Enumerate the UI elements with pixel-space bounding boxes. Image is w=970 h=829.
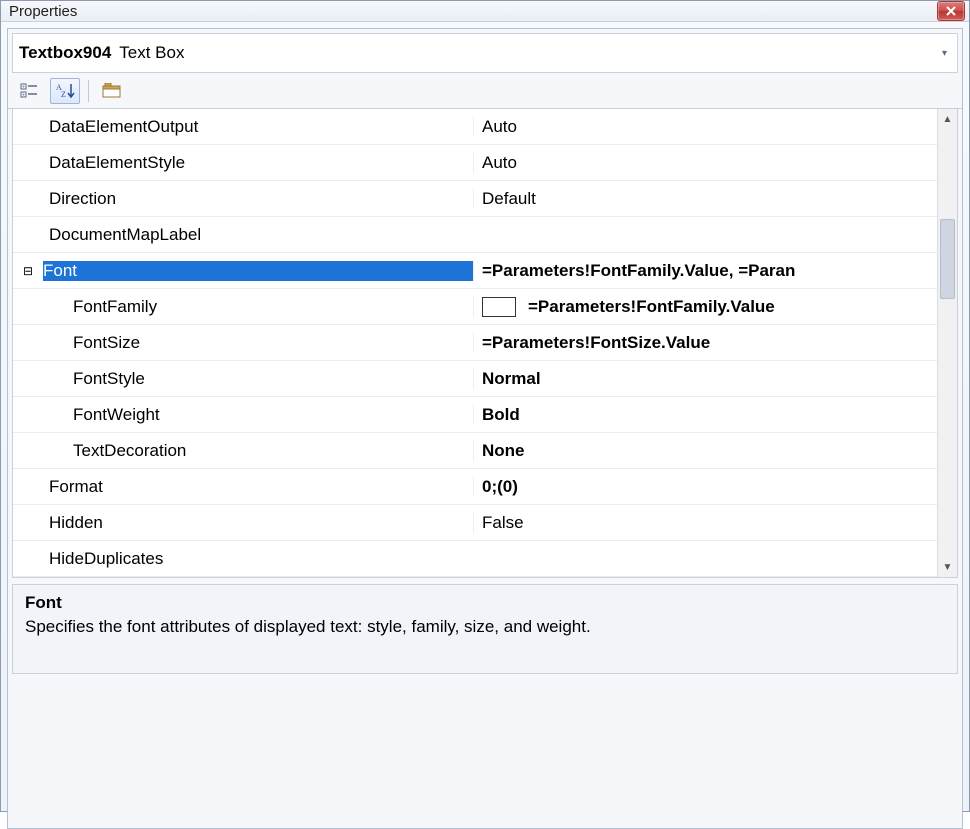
svg-text:+: + xyxy=(22,84,25,90)
titlebar: Properties xyxy=(1,1,969,22)
description-body: Specifies the font attributes of display… xyxy=(25,617,945,637)
property-name: HideDuplicates xyxy=(43,549,473,569)
property-name: FontFamily xyxy=(43,297,473,317)
scroll-up-arrow[interactable]: ▲ xyxy=(938,109,957,129)
property-value-text: =Parameters!FontFamily.Value xyxy=(528,297,775,317)
property-row[interactable]: FontStyle Normal xyxy=(13,361,937,397)
description-pane: Font Specifies the font attributes of di… xyxy=(12,584,958,674)
property-value-text: =Parameters!FontFamily.Value, =Paran xyxy=(482,261,795,281)
window-title: Properties xyxy=(9,3,77,20)
property-value[interactable]: Auto xyxy=(473,117,937,137)
property-value-text: False xyxy=(482,513,524,533)
property-value[interactable]: =Parameters!FontSize.Value xyxy=(473,333,937,353)
close-icon xyxy=(946,6,956,16)
property-row[interactable]: Hidden False xyxy=(13,505,937,541)
property-name: TextDecoration xyxy=(43,441,473,461)
svg-text:+: + xyxy=(22,92,25,98)
property-row[interactable]: Format 0;(0) xyxy=(13,469,937,505)
property-value[interactable]: Normal xyxy=(473,369,937,389)
property-name: FontSize xyxy=(43,333,473,353)
property-row[interactable]: DataElementOutput Auto xyxy=(13,109,937,145)
property-value-text: Auto xyxy=(482,117,517,137)
scroll-down-arrow[interactable]: ▼ xyxy=(938,557,957,577)
property-value[interactable]: =Parameters!FontFamily.Value xyxy=(473,297,937,317)
properties-window: Properties Textbox904 Text Box ▾ + + xyxy=(0,0,970,812)
description-title: Font xyxy=(25,593,945,613)
toolbar: + + A Z xyxy=(8,73,962,109)
chevron-down-icon[interactable]: ▾ xyxy=(938,48,951,59)
property-value[interactable]: =Parameters!FontFamily.Value, =Paran xyxy=(473,261,937,281)
property-value[interactable]: 0;(0) xyxy=(473,477,937,497)
property-value-text: Bold xyxy=(482,405,520,425)
property-pages-icon xyxy=(102,83,122,99)
property-value-text: None xyxy=(482,441,525,461)
property-name: DocumentMapLabel xyxy=(43,225,473,245)
property-row[interactable]: FontSize =Parameters!FontSize.Value xyxy=(13,325,937,361)
property-name: Font xyxy=(43,261,473,281)
property-row[interactable]: HideDuplicates xyxy=(13,541,937,577)
property-value[interactable]: Default xyxy=(473,189,937,209)
property-name: DataElementStyle xyxy=(43,153,473,173)
property-value-text: 0;(0) xyxy=(482,477,518,497)
property-pages-button[interactable] xyxy=(97,78,127,104)
property-grid: DataElementOutput Auto DataElementStyle Aut… xyxy=(12,109,958,578)
collapse-icon[interactable]: ⊟ xyxy=(13,264,43,278)
toolbar-separator xyxy=(88,80,89,102)
color-swatch[interactable] xyxy=(482,297,516,317)
property-name: Format xyxy=(43,477,473,497)
alphabetical-button[interactable]: A Z xyxy=(50,78,80,104)
object-type: Text Box xyxy=(119,43,184,63)
property-name: FontStyle xyxy=(43,369,473,389)
scroll-track[interactable] xyxy=(938,129,957,557)
categorized-button[interactable]: + + xyxy=(14,78,44,104)
property-value-text: =Parameters!FontSize.Value xyxy=(482,333,710,353)
property-value-text: Normal xyxy=(482,369,541,389)
property-row[interactable]: DocumentMapLabel xyxy=(13,217,937,253)
property-row[interactable]: ⊟Font =Parameters!FontFamily.Value, =Para… xyxy=(13,253,937,289)
sort-az-icon: A Z xyxy=(55,82,75,100)
scroll-thumb[interactable] xyxy=(940,219,955,299)
property-row[interactable]: FontFamily =Parameters!FontFamily.Value xyxy=(13,289,937,325)
property-name: Direction xyxy=(43,189,473,209)
properties-panel: Textbox904 Text Box ▾ + + A Z xyxy=(7,28,963,829)
svg-text:Z: Z xyxy=(61,90,66,99)
property-value-text: Default xyxy=(482,189,536,209)
property-value-text: Auto xyxy=(482,153,517,173)
categorized-icon: + + xyxy=(20,83,38,99)
property-row[interactable]: TextDecoration None xyxy=(13,433,937,469)
property-value[interactable]: Auto xyxy=(473,153,937,173)
property-name: Hidden xyxy=(43,513,473,533)
property-name: DataElementOutput xyxy=(43,117,473,137)
close-button[interactable] xyxy=(937,1,965,21)
property-row[interactable]: Direction Default xyxy=(13,181,937,217)
property-row[interactable]: FontWeight Bold xyxy=(13,397,937,433)
property-value[interactable]: Bold xyxy=(473,405,937,425)
object-selector[interactable]: Textbox904 Text Box ▾ xyxy=(12,33,958,73)
property-value[interactable]: None xyxy=(473,441,937,461)
vertical-scrollbar[interactable]: ▲ ▼ xyxy=(937,109,957,577)
object-name: Textbox904 xyxy=(19,43,111,63)
property-value[interactable]: False xyxy=(473,513,937,533)
property-row[interactable]: DataElementStyle Auto xyxy=(13,145,937,181)
property-name: FontWeight xyxy=(43,405,473,425)
